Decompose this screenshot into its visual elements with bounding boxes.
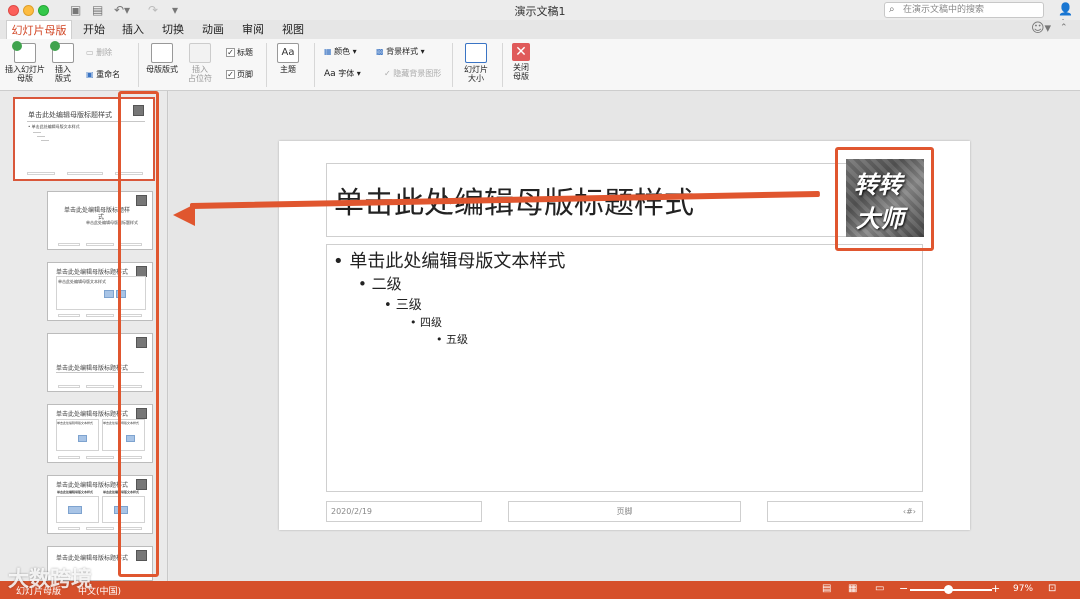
date-placeholder[interactable]: 2020/2/19 [326, 501, 482, 522]
insert-placeholder-button[interactable]: 插入 占位符 [184, 43, 216, 83]
tab-review[interactable]: 审阅 [237, 20, 269, 39]
rename-icon: ▣ [86, 70, 94, 79]
watermark-text: 大数跨境 [8, 567, 92, 591]
logo-highlight-annotation [835, 147, 934, 251]
insert-master-icon [12, 41, 36, 63]
collapse-ribbon-icon[interactable]: ⌃ [1060, 23, 1068, 33]
slide-size-icon [465, 43, 487, 63]
fonts-icon: Aa [324, 69, 336, 79]
normal-view-icon[interactable]: ▤ [822, 583, 831, 594]
tab-transitions[interactable]: 切换 [157, 20, 189, 39]
feedback-smiley-icon[interactable]: ☺▾ [1031, 21, 1051, 36]
zoom-in-icon[interactable]: + [991, 582, 1000, 595]
theme-icon: Aa [277, 43, 299, 63]
body-level-5[interactable]: • 五级 [436, 331, 468, 347]
checkmark-icon: ✓ [226, 48, 235, 57]
status-bar: 幻灯片母版 中文(中国) ▤ ▦ ▭ − + 97% ⊡ [0, 581, 1080, 599]
slide-size-button[interactable]: 幻灯片 大小 [458, 43, 494, 83]
delete-icon: ▭ [86, 48, 94, 57]
zoom-slider-handle[interactable] [944, 585, 953, 594]
master-layout-button[interactable]: 母版版式 [143, 43, 181, 74]
title-bar: ▣ ▤ ↶▾ ↷ ▾ 演示文稿1 ⌕ 在演示文稿中的搜索 👤+ [0, 0, 1080, 30]
body-placeholder[interactable] [326, 244, 923, 492]
master-layout-icon [151, 43, 173, 63]
background-styles-button[interactable]: ▩ 背景样式 ▾ [376, 47, 425, 57]
tab-slide-master[interactable]: 幻灯片母版 [6, 20, 72, 39]
ribbon: 插入幻灯片 母版 插入 版式 ▭ 删除 ▣ 重命名 母版版式 插入 占位符 ✓ 标… [0, 39, 1080, 91]
theme-button[interactable]: Aa 主题 [272, 43, 304, 74]
body-level-2[interactable]: • 二级 [358, 273, 402, 294]
slideshow-view-icon[interactable]: ▭ [875, 583, 884, 594]
close-master-button[interactable]: ✕ 关闭 母版 [506, 43, 536, 81]
fonts-button[interactable]: Aa 字体 ▾ [324, 69, 361, 79]
fit-to-window-icon[interactable]: ⊡ [1048, 583, 1056, 594]
delete-button[interactable]: ▭ 删除 [86, 48, 112, 58]
insert-slide-master-button[interactable]: 插入幻灯片 母版 [4, 41, 46, 83]
search-placeholder: 在演示文稿中的搜索 [903, 5, 985, 15]
page-number-placeholder[interactable]: ‹#› [767, 501, 923, 522]
zoom-out-icon[interactable]: − [899, 582, 908, 595]
thumbnail-logo-highlight-annotation [118, 91, 159, 577]
body-level-1[interactable]: • 单击此处编辑母版文本样式 [333, 247, 565, 273]
hide-background-checkbox[interactable]: ✓ 隐藏背景图形 [384, 69, 441, 79]
rename-button[interactable]: ▣ 重命名 [86, 70, 120, 80]
background-styles-icon: ▩ [376, 47, 384, 56]
close-icon: ✕ [512, 43, 530, 61]
body-level-4[interactable]: • 四级 [410, 314, 442, 330]
footer-placeholder[interactable]: 页脚 [508, 501, 741, 522]
body-level-3[interactable]: • 三级 [384, 294, 422, 313]
insert-layout-button[interactable]: 插入 版式 [50, 41, 76, 83]
search-input[interactable]: ⌕ 在演示文稿中的搜索 [884, 2, 1044, 18]
footer-checkbox[interactable]: ✓ 页脚 [226, 70, 253, 80]
tab-home[interactable]: 开始 [78, 20, 110, 39]
slide-sorter-view-icon[interactable]: ▦ [848, 583, 857, 594]
insert-placeholder-icon [189, 43, 211, 63]
checkmark-icon: ✓ [226, 70, 235, 79]
colors-icon: ▦ [324, 47, 332, 56]
tab-view[interactable]: 视图 [277, 20, 309, 39]
ribbon-tabs: 幻灯片母版 开始 插入 切换 动画 审阅 视图 ☺▾ ⌃ [0, 20, 1080, 39]
colors-button[interactable]: ▦ 颜色 ▾ [324, 47, 357, 57]
tab-insert[interactable]: 插入 [117, 20, 149, 39]
arrow-left-icon [173, 204, 195, 226]
insert-layout-icon [50, 41, 74, 63]
checkmark-icon: ✓ [384, 69, 391, 78]
title-checkbox[interactable]: ✓ 标题 [226, 48, 253, 58]
search-icon: ⌕ [889, 4, 895, 15]
tab-animations[interactable]: 动画 [197, 20, 229, 39]
zoom-level: 97% [1013, 584, 1034, 594]
